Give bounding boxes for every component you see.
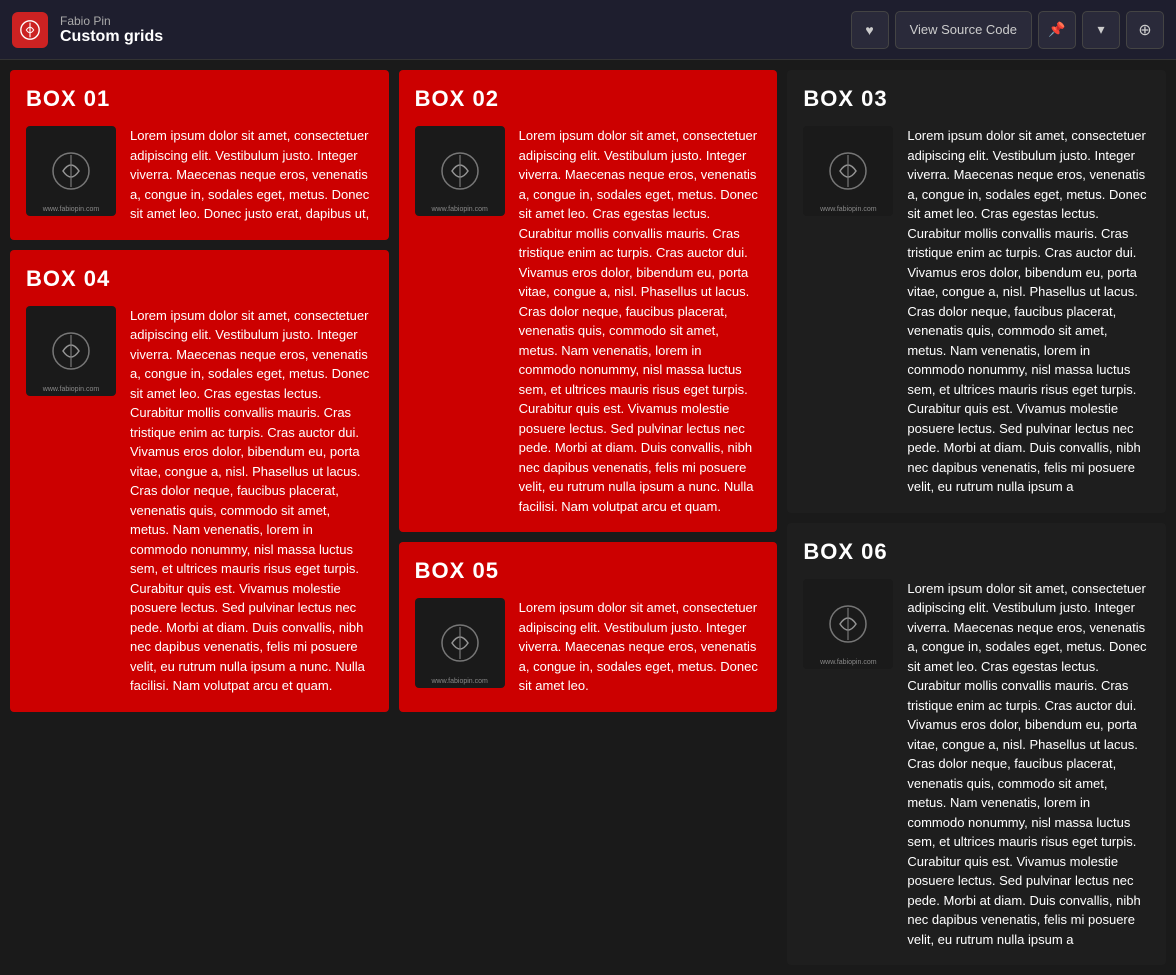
view-source-button[interactable]: View Source Code [895, 11, 1032, 49]
pin-icon: 📌 [1048, 21, 1065, 38]
box-01-title: BOX 01 [26, 86, 373, 112]
box-02-text: Lorem ipsum dolor sit amet, consectetuer… [519, 126, 762, 516]
box-04-content: www.fabiopin.com Lorem ipsum dolor sit a… [26, 306, 373, 696]
box-06-title: BOX 06 [803, 539, 1150, 565]
box-05-content: www.fabiopin.com Lorem ipsum dolor sit a… [415, 598, 762, 696]
box-04-image-label: www.fabiopin.com [26, 386, 116, 393]
box-02-title: BOX 02 [415, 86, 762, 112]
header-username: Fabio Pin [60, 14, 163, 28]
box-05-image-label: www.fabiopin.com [415, 678, 505, 685]
box-02-content: www.fabiopin.com Lorem ipsum dolor sit a… [415, 126, 762, 516]
heart-button[interactable]: ♥ [851, 11, 889, 49]
box-01-content: www.fabiopin.com Lorem ipsum dolor sit a… [26, 126, 373, 224]
view-source-label: View Source Code [910, 22, 1017, 37]
chevron-down-icon: ▾ [1097, 21, 1104, 38]
box-03-content: www.fabiopin.com Lorem ipsum dolor sit a… [803, 126, 1150, 497]
header-left: Fabio Pin Custom grids [12, 12, 163, 48]
box-06-image-label: www.fabiopin.com [803, 659, 893, 666]
box-01-text: Lorem ipsum dolor sit amet, consectetuer… [130, 126, 373, 224]
box-01-image-label: www.fabiopin.com [26, 206, 116, 213]
box-03-text: Lorem ipsum dolor sit amet, consectetuer… [907, 126, 1150, 497]
header-right: ♥ View Source Code 📌 ▾ ⊕ [851, 11, 1164, 49]
box-05-card: BOX 05 www.fabiopin.com Lorem ipsum dolo… [399, 542, 778, 712]
box-02-image-label: www.fabiopin.com [415, 206, 505, 213]
box-05-text: Lorem ipsum dolor sit amet, consectetuer… [519, 598, 762, 696]
box-06-text: Lorem ipsum dolor sit amet, consectetuer… [907, 579, 1150, 950]
box-04-title: BOX 04 [26, 266, 373, 292]
box-04-text: Lorem ipsum dolor sit amet, consectetuer… [130, 306, 373, 696]
box-05-title: BOX 05 [415, 558, 762, 584]
column-1: BOX 01 www.fabiopin.com Lorem ipsum dolo… [10, 70, 389, 712]
chevron-button[interactable]: ▾ [1082, 11, 1120, 49]
box-06-card: BOX 06 www.fabiopin.com Lorem ipsum dolo… [787, 523, 1166, 966]
box-04-card: BOX 04 www.fabiopin.com Lorem ipsum dolo… [10, 250, 389, 712]
main-content: BOX 01 www.fabiopin.com Lorem ipsum dolo… [0, 60, 1176, 975]
box-01-image: www.fabiopin.com [26, 126, 116, 216]
header: Fabio Pin Custom grids ♥ View Source Cod… [0, 0, 1176, 60]
box-04-image: www.fabiopin.com [26, 306, 116, 396]
box-03-image: www.fabiopin.com [803, 126, 893, 216]
column-3: BOX 03 www.fabiopin.com Lorem ipsum dolo… [787, 70, 1166, 965]
link-icon: ⊕ [1138, 20, 1151, 40]
box-06-image: www.fabiopin.com [803, 579, 893, 669]
pin-button[interactable]: 📌 [1038, 11, 1076, 49]
header-title: Custom grids [60, 28, 163, 46]
box-03-title: BOX 03 [803, 86, 1150, 112]
box-05-image: www.fabiopin.com [415, 598, 505, 688]
box-03-card: BOX 03 www.fabiopin.com Lorem ipsum dolo… [787, 70, 1166, 513]
column-2: BOX 02 www.fabiopin.com Lorem ipsum dolo… [399, 70, 778, 712]
header-title-block: Fabio Pin Custom grids [60, 14, 163, 46]
box-02-image: www.fabiopin.com [415, 126, 505, 216]
box-06-content: www.fabiopin.com Lorem ipsum dolor sit a… [803, 579, 1150, 950]
heart-icon: ♥ [865, 22, 873, 38]
link-button[interactable]: ⊕ [1126, 11, 1164, 49]
box-02-card: BOX 02 www.fabiopin.com Lorem ipsum dolo… [399, 70, 778, 532]
logo [12, 12, 48, 48]
box-03-image-label: www.fabiopin.com [803, 206, 893, 213]
box-01-card: BOX 01 www.fabiopin.com Lorem ipsum dolo… [10, 70, 389, 240]
